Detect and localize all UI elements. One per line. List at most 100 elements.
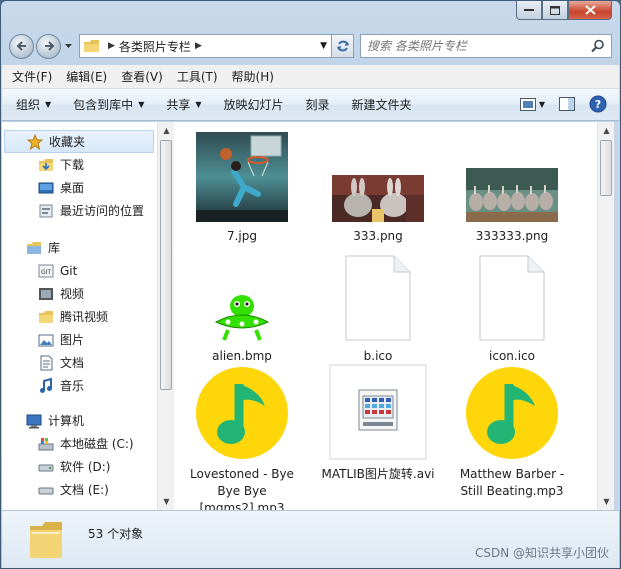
git-library-icon: GIT [38, 263, 54, 279]
back-arrow-icon [16, 41, 26, 51]
share-button[interactable]: 共享 ▼ [166, 96, 201, 113]
computer-icon [26, 413, 42, 429]
chevron-down-icon[interactable]: ▼ [320, 41, 327, 51]
back-button[interactable] [9, 33, 34, 59]
change-view-button[interactable]: ▼ [519, 97, 545, 111]
nav-item-videos[interactable]: 视频 [2, 282, 158, 305]
documents-library-icon [38, 355, 54, 371]
refresh-button[interactable] [332, 34, 354, 58]
file-name: 7.jpg [226, 229, 258, 243]
recent-pages-dropdown[interactable] [63, 34, 73, 59]
view-controls: ▼ ? [506, 95, 607, 113]
forward-arrow-icon [44, 41, 54, 51]
nav-scrollbar[interactable]: ▲ ▼ [157, 122, 174, 510]
content-scroll-thumb[interactable] [600, 140, 612, 196]
minimize-icon [524, 9, 534, 11]
close-button[interactable] [568, 1, 612, 20]
nav-item-desktop[interactable]: 桌面 [2, 176, 158, 199]
nav-item-label: 下载 [60, 158, 85, 172]
desktop-icon [38, 180, 54, 196]
nav-item-pictures[interactable]: 图片 [2, 328, 158, 351]
breadcrumb-separator-icon[interactable]: ▶ [195, 41, 202, 51]
nav-favorites-label: 收藏夹 [49, 135, 86, 149]
nav-item-drive-d[interactable]: 软件 (D:) [2, 455, 158, 478]
preview-pane-button[interactable] [559, 97, 575, 111]
alien-icon [214, 295, 270, 341]
breadcrumb-current[interactable]: 各类照片专栏 [119, 38, 191, 55]
menu-view[interactable]: 查看(V) [121, 68, 163, 85]
group-photo-thumbnail [466, 168, 558, 222]
scroll-up-arrow-icon[interactable]: ▲ [598, 122, 615, 139]
libraries-icon [26, 240, 42, 256]
search-icon[interactable] [591, 39, 605, 53]
file-item[interactable]: 333.png [314, 130, 442, 245]
document-icon [448, 250, 576, 342]
new-folder-button[interactable]: 新建文件夹 [352, 96, 412, 113]
file-name: 333.png [353, 229, 403, 243]
menu-edit[interactable]: 编辑(E) [66, 68, 107, 85]
file-item[interactable]: 7.jpg [178, 130, 306, 245]
video-file-icon [329, 364, 427, 460]
nav-item-music[interactable]: 音乐 [2, 374, 158, 397]
nav-item-recent-places[interactable]: 最近访问的位置 [2, 199, 158, 222]
details-pane: 53 个对象 CSDN @知识共享小团伙 [2, 510, 619, 568]
qq-music-icon [466, 367, 558, 459]
scroll-up-arrow-icon[interactable]: ▲ [158, 122, 175, 139]
nav-scroll-thumb[interactable] [160, 140, 172, 390]
nav-libraries-label: 库 [48, 241, 61, 255]
file-item[interactable]: icon.ico [448, 250, 576, 365]
nav-libraries[interactable]: 库 [2, 236, 158, 259]
address-bar[interactable]: ▶ 各类照片专栏 ▶ ▼ [79, 34, 332, 58]
system-drive-icon [38, 436, 54, 452]
help-icon[interactable]: ? [589, 95, 607, 113]
nav-item-label: 图片 [60, 333, 85, 347]
nav-favorites[interactable]: 收藏夹 [4, 130, 154, 153]
folder-icon [38, 309, 54, 325]
file-item[interactable]: MATLIB图片旋转.avi [314, 364, 442, 483]
file-item[interactable]: Matthew Barber - Still Beating.mp3 [448, 367, 576, 500]
nav-item-drive-c[interactable]: 本地磁盘 (C:) [2, 432, 158, 455]
content-scrollbar[interactable]: ▲ ▼ [597, 122, 614, 510]
navigation-pane: 收藏夹 下载 桌面 最近访问的位置 库 GIT Git 视频 腾讯视频 图片 文… [2, 122, 159, 510]
search-input[interactable] [367, 39, 567, 53]
video-library-icon [38, 286, 54, 302]
nav-item-label: 视频 [60, 287, 85, 301]
burn-button[interactable]: 刻录 [306, 96, 330, 113]
nav-item-git[interactable]: GIT Git [2, 259, 158, 282]
file-item[interactable]: alien.bmp [178, 250, 306, 365]
file-name: alien.bmp [212, 349, 272, 363]
downloads-folder-icon [38, 157, 54, 173]
nav-item-downloads[interactable]: 下载 [2, 153, 158, 176]
window-right-frame [614, 122, 620, 510]
nav-item-label: 腾讯视频 [60, 310, 109, 324]
slideshow-button[interactable]: 放映幻灯片 [224, 96, 284, 113]
nav-item-label: 软件 (D:) [60, 460, 111, 474]
menu-file[interactable]: 文件(F) [12, 68, 52, 85]
scroll-down-arrow-icon[interactable]: ▼ [598, 493, 615, 510]
nav-item-documents[interactable]: 文档 [2, 351, 158, 374]
menu-help[interactable]: 帮助(H) [232, 68, 274, 85]
minimize-button[interactable] [516, 1, 542, 20]
nav-computer[interactable]: 计算机 [2, 409, 158, 432]
nav-item-tencent-video[interactable]: 腾讯视频 [2, 305, 158, 328]
maximize-button[interactable] [542, 1, 568, 20]
rabbits-photo-thumbnail [332, 175, 424, 222]
blank-file-icon [345, 255, 411, 341]
file-item[interactable]: Lovestoned - Bye Bye Bye [mqms2].mp3 [178, 367, 306, 510]
nav-item-drive-e[interactable]: 文档 (E:) [2, 478, 158, 501]
slideshow-label: 放映幻灯片 [223, 98, 284, 112]
file-name: Lovestoned - Bye Bye Bye [mqms2].mp3 [190, 467, 294, 510]
share-label: 共享 [166, 98, 191, 112]
menu-tools[interactable]: 工具(T) [177, 68, 218, 85]
organize-button[interactable]: 组织 ▼ [16, 96, 51, 113]
file-item[interactable]: b.ico [314, 250, 442, 365]
chevron-down-icon [64, 43, 72, 48]
scroll-down-arrow-icon[interactable]: ▼ [158, 493, 175, 510]
include-in-library-button[interactable]: 包含到库中 ▼ [73, 96, 144, 113]
forward-button[interactable] [36, 33, 61, 59]
nav-item-label: Git [60, 263, 78, 278]
file-item[interactable]: 333333.png [448, 130, 576, 245]
address-row: ▶ 各类照片专栏 ▶ ▼ [9, 32, 612, 60]
caption-buttons [516, 1, 612, 21]
file-name: MATLIB图片旋转.avi [321, 467, 435, 481]
